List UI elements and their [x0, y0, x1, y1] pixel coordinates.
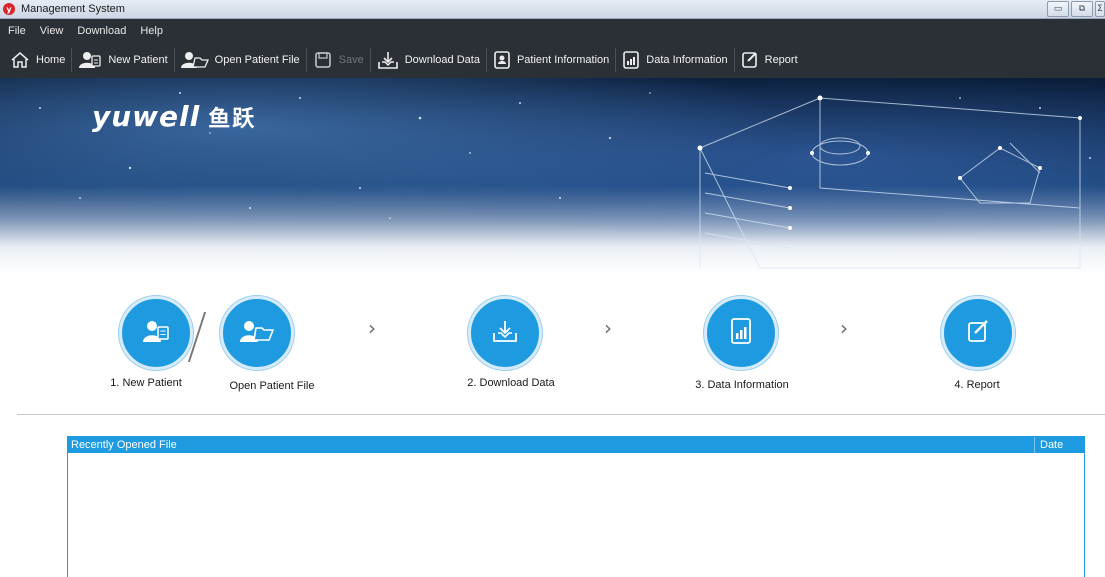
close-button[interactable]: Σ — [1095, 1, 1105, 17]
report-button[interactable]: Report — [735, 42, 804, 78]
download-icon — [377, 50, 399, 70]
menu-download[interactable]: Download — [75, 25, 128, 37]
step-arrow-2: › — [604, 316, 612, 340]
recent-files-header: Recently Opened File Date — [68, 437, 1084, 453]
home-icon — [10, 50, 30, 70]
patient-info-icon — [493, 50, 511, 70]
menu-help[interactable]: Help — [138, 25, 165, 37]
home-button[interactable]: Home — [0, 42, 71, 78]
new-patient-button[interactable]: New Patient — [72, 42, 173, 78]
toolbar: Home New Patient Open Patient File Save … — [0, 42, 1105, 78]
banner: yuwell 鱼跃 — [0, 78, 1105, 274]
report-icon — [741, 50, 759, 70]
brand-logo: yuwell 鱼跃 — [92, 100, 256, 133]
title-bar: y Management System ▭ ⧉ Σ — [0, 0, 1105, 19]
window-title: Management System — [21, 3, 125, 15]
report-step-button[interactable] — [941, 296, 1015, 370]
open-patient-file-icon — [180, 50, 209, 70]
data-information-label: Data Information — [646, 54, 728, 66]
recent-files-list[interactable] — [68, 453, 1084, 577]
patient-information-label: Patient Information — [516, 54, 610, 66]
data-information-step-label: 3. Data Information — [695, 379, 789, 391]
data-info-icon — [622, 50, 640, 70]
open-patient-file-step-button[interactable] — [220, 296, 294, 370]
brand-name-cn: 鱼跃 — [208, 107, 257, 132]
section-divider — [17, 414, 1105, 415]
column-header-date[interactable]: Date — [1034, 437, 1084, 453]
report-step-label: 4. Report — [954, 379, 1000, 391]
data-information-step-button[interactable] — [704, 296, 778, 370]
new-patient-label: New Patient — [108, 54, 168, 66]
data-information-button[interactable]: Data Information — [616, 42, 733, 78]
open-patient-file-button[interactable]: Open Patient File — [175, 42, 306, 78]
data-info-icon — [729, 317, 753, 349]
new-patient-step-button[interactable] — [119, 296, 193, 370]
report-icon — [966, 318, 990, 348]
open-patient-file-label: Open Patient File — [214, 54, 300, 66]
download-data-step-label: 2. Download Data — [467, 377, 555, 389]
open-patient-file-step-label: Open Patient File — [229, 380, 315, 392]
app-logo-icon: y — [3, 3, 15, 15]
menu-bar: File View Download Help — [0, 19, 1105, 42]
patient-information-button[interactable]: Patient Information — [487, 42, 615, 78]
open-patient-file-icon — [239, 318, 275, 348]
save-icon — [313, 50, 333, 70]
step-arrow-1: › — [368, 316, 376, 340]
brand-name: yuwell — [92, 100, 201, 133]
step-arrow-3: › — [840, 316, 848, 340]
column-header-file[interactable]: Recently Opened File — [68, 439, 1034, 451]
download-data-label: Download Data — [404, 54, 480, 66]
save-button[interactable]: Save — [307, 42, 370, 78]
workflow-steps: › › › 1. New Patient Open Patient File 2… — [0, 274, 1105, 414]
download-icon — [491, 318, 519, 348]
restore-button[interactable]: ⧉ — [1071, 1, 1093, 17]
new-patient-icon — [141, 318, 171, 348]
minimize-button[interactable]: ▭ — [1047, 1, 1069, 17]
new-patient-icon — [78, 50, 102, 70]
recent-files-panel: Recently Opened File Date — [67, 436, 1085, 577]
report-label: Report — [764, 54, 798, 66]
home-label: Home — [36, 54, 66, 66]
download-data-button[interactable]: Download Data — [371, 42, 486, 78]
window-controls: ▭ ⧉ Σ — [1047, 1, 1105, 17]
save-label: Save — [338, 54, 364, 66]
menu-file[interactable]: File — [6, 25, 28, 37]
download-data-step-button[interactable] — [468, 296, 542, 370]
menu-view[interactable]: View — [38, 25, 66, 37]
